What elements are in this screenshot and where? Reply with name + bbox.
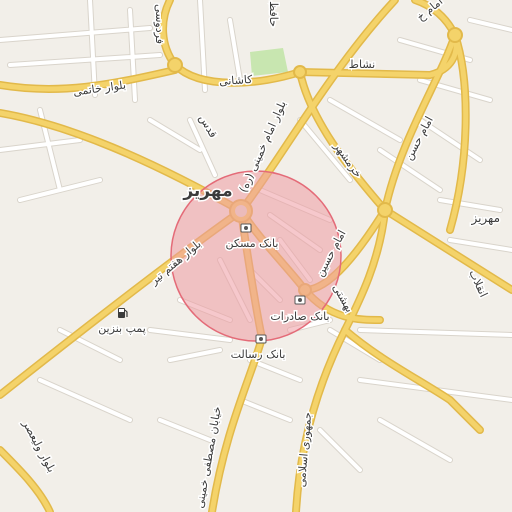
bank-icon[interactable] bbox=[294, 295, 306, 305]
map-canvas[interactable]: مهریز مهریز بلوار خاتمی کاشانی نشاط بلوا… bbox=[0, 0, 512, 512]
park-area bbox=[250, 48, 288, 76]
poi-label-fuel[interactable]: پمپ بنزین bbox=[97, 321, 148, 337]
street-label-kashani: کاشانی bbox=[219, 73, 254, 88]
bank-icon[interactable] bbox=[240, 223, 252, 233]
street-label-ferdowsi: فردوسی bbox=[153, 4, 166, 44]
city-label[interactable]: مهریز bbox=[181, 180, 234, 203]
roundabout-east bbox=[377, 202, 393, 218]
poi-label-bank-saderat[interactable]: بانک صادرات bbox=[269, 309, 331, 325]
roundabout-north bbox=[293, 65, 307, 79]
poi-label-bank-maskan[interactable]: بانک مسکن bbox=[224, 236, 280, 252]
roundabout-northwest bbox=[167, 57, 183, 73]
street-label-hafez: حافظ bbox=[267, 1, 280, 27]
poi-label-bank-resalat[interactable]: بانک رسالت bbox=[229, 347, 287, 363]
roundabout-northeast bbox=[447, 27, 463, 43]
bank-icon[interactable] bbox=[255, 334, 267, 344]
map-viewport[interactable]: مهریز مهریز بلوار خاتمی کاشانی نشاط بلوا… bbox=[0, 0, 512, 512]
town-label-east[interactable]: مهریز bbox=[469, 210, 502, 228]
street-label-nashat: نشاط bbox=[349, 58, 375, 71]
